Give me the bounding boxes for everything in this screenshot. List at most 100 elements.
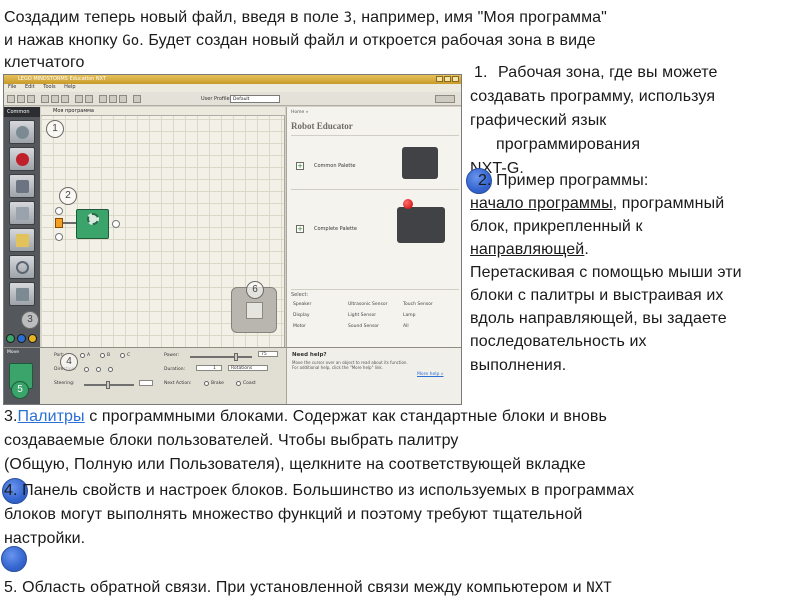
coast-radio[interactable] [236, 381, 241, 386]
open-file-icon[interactable] [17, 95, 25, 103]
redo-icon[interactable] [85, 95, 93, 103]
undo-icon[interactable] [75, 95, 83, 103]
cut-icon[interactable] [41, 95, 49, 103]
sequence-drop-point[interactable] [55, 207, 63, 215]
slider-handle[interactable] [106, 381, 110, 389]
robot-educator-title: Robot Educator [291, 121, 353, 131]
port-b-checkbox[interactable] [100, 353, 105, 358]
program-start-block[interactable] [55, 218, 63, 228]
common-palette-link[interactable]: Common Palette [314, 163, 355, 169]
note2-line-8: последовательность их [470, 333, 647, 350]
slider-handle[interactable] [234, 353, 238, 361]
sequence-drop-point[interactable] [112, 220, 120, 228]
pan-icon[interactable] [109, 95, 117, 103]
palette-sound-block[interactable] [9, 174, 35, 198]
palette-tab-common[interactable] [6, 334, 15, 343]
intro-line-2: и нажав кнопку Go. Будет создан новый фа… [4, 30, 596, 52]
more-help-link[interactable]: More help » [417, 372, 444, 377]
palette-header: Common [4, 107, 40, 117]
duration-unit-select[interactable]: Rotations [228, 365, 268, 371]
switch-icon [16, 288, 29, 301]
select-label: Select: [291, 292, 309, 298]
palette-record-block[interactable] [9, 147, 35, 171]
area-marker-5: 5 [11, 381, 29, 399]
move-block[interactable] [76, 209, 109, 239]
maximize-icon[interactable] [444, 76, 451, 82]
palette-tab-custom[interactable] [28, 334, 37, 343]
palettes-link[interactable]: Палитры [18, 408, 85, 425]
intro-line-2-post: . Будет создан новый файл и откроется ра… [139, 32, 596, 49]
paste-icon[interactable] [61, 95, 69, 103]
area-marker-3: 3 [21, 311, 39, 329]
duration-label: Duration: [164, 367, 186, 372]
power-slider[interactable] [190, 353, 252, 361]
expand-icon[interactable]: + [296, 225, 304, 233]
close-icon[interactable] [452, 76, 459, 82]
port-a-checkbox[interactable] [80, 353, 85, 358]
help-panel: Need help? Move the cursor over an objec… [286, 347, 461, 404]
note5-nxt: NXT [586, 580, 612, 596]
pointer-icon[interactable] [99, 95, 107, 103]
palette-wait-block[interactable] [9, 228, 35, 252]
copy-icon[interactable] [51, 95, 59, 103]
intro-field-number: 3 [343, 10, 353, 26]
palette-switch-block[interactable] [9, 282, 35, 306]
filter-motor[interactable]: Motor [293, 324, 348, 329]
filter-ultrasonic[interactable]: Ultrasonic Sensor [348, 302, 403, 307]
menu-help[interactable]: Help [64, 84, 75, 90]
note2-line-1: 2. Пример программы: [478, 172, 649, 189]
filter-display[interactable]: Display [293, 313, 348, 318]
sequence-drop-point[interactable] [55, 233, 63, 241]
menu-edit[interactable]: Edit [25, 84, 35, 90]
loop-icon [16, 261, 29, 274]
nxt-window-button[interactable] [435, 95, 455, 103]
menu-bar: File Edit Tools Help [4, 84, 461, 92]
port-c-checkbox[interactable] [120, 353, 125, 358]
brake-label: Brake [211, 381, 224, 386]
divider [291, 135, 459, 136]
new-file-icon[interactable] [7, 95, 15, 103]
help-title: Need help? [292, 352, 327, 358]
filter-lamp[interactable]: Lamp [403, 313, 458, 318]
gear-icon [16, 126, 29, 139]
breadcrumb[interactable]: Home » [291, 110, 308, 115]
note4-line-2: блоков могут выполнять множество функций… [4, 506, 583, 523]
steering-value-field[interactable] [139, 380, 153, 386]
complete-palette-link[interactable]: Complete Palette [314, 226, 357, 232]
menu-file[interactable]: File [8, 84, 16, 90]
power-value-field[interactable]: 75 [258, 351, 278, 357]
filter-sound[interactable]: Sound Sensor [348, 324, 403, 329]
note2-line-7: вдоль направляющей, вы задаете [470, 310, 727, 327]
filter-all[interactable]: All [403, 324, 458, 329]
minimize-icon[interactable] [436, 76, 443, 82]
gear-icon [87, 213, 99, 225]
menu-tools[interactable]: Tools [43, 84, 55, 90]
brake-radio[interactable] [204, 381, 209, 386]
direction-forward-radio[interactable] [84, 367, 89, 372]
comment-icon[interactable] [119, 95, 127, 103]
direction-stop-radio[interactable] [108, 367, 113, 372]
expand-icon[interactable]: + [296, 162, 304, 170]
filter-speaker[interactable]: Speaker [293, 302, 348, 307]
window-controls [436, 76, 459, 82]
custom-palette-icon[interactable] [133, 95, 141, 103]
duration-value-field[interactable]: 1 [196, 365, 222, 371]
intro-line-2-pre: и нажав кнопку [4, 32, 123, 49]
filter-light[interactable]: Light Sensor [348, 313, 403, 318]
palette-loop-block[interactable] [9, 255, 35, 279]
speaker-icon [16, 180, 29, 193]
steering-slider[interactable] [84, 381, 134, 389]
save-icon[interactable] [27, 95, 35, 103]
note2-line-6: блоки с палитры и выстраивая их [470, 287, 724, 304]
palette-tab-complete[interactable] [17, 334, 26, 343]
program-tab[interactable]: Моя программа [41, 107, 285, 116]
palette-display-block[interactable] [9, 201, 35, 225]
filter-touch[interactable]: Touch Sensor [403, 302, 458, 307]
user-profile-select[interactable]: Default [230, 95, 280, 103]
record-icon [16, 153, 29, 166]
palette-move-block[interactable] [9, 120, 35, 144]
note1-line-3: графический язык [470, 112, 607, 129]
direction-back-radio[interactable] [96, 367, 101, 372]
note1-line-2: создавать программу, используя [470, 88, 716, 105]
port-c-label: C [127, 353, 131, 358]
